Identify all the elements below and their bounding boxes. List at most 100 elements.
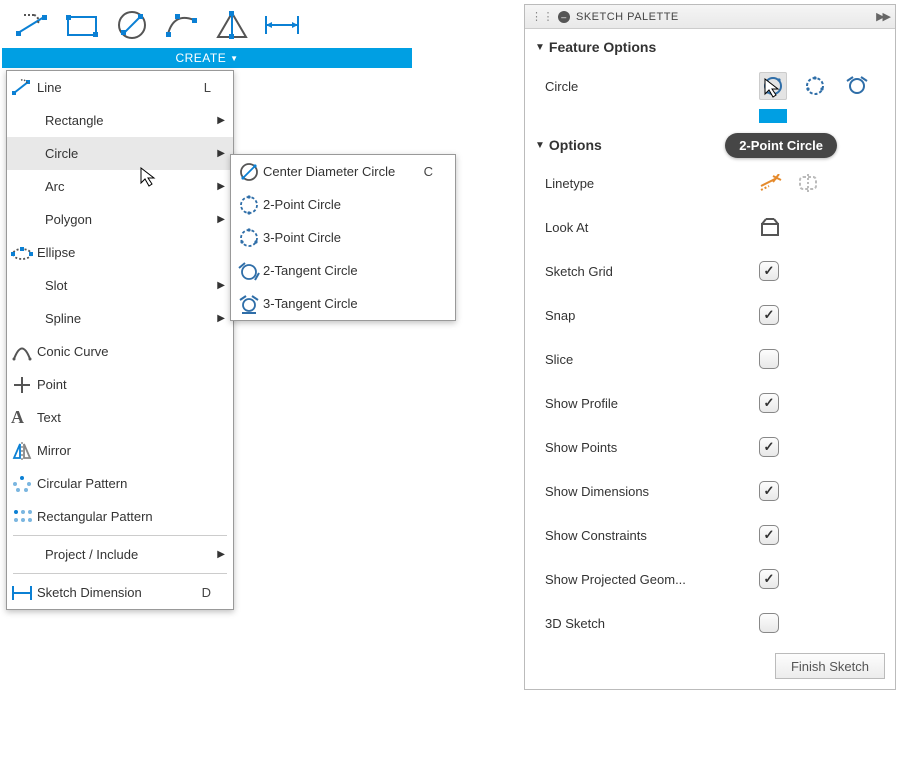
point-icon xyxy=(11,375,33,395)
sketch-palette: ⋮⋮ – SKETCH PALETTE ▶▶ ▼ Feature Options… xyxy=(524,4,896,690)
grip-icon: ⋮⋮ xyxy=(531,10,554,23)
tool-line[interactable] xyxy=(10,5,54,45)
submenu-arrow-icon: ▶ xyxy=(217,115,225,126)
checkbox[interactable] xyxy=(759,261,779,281)
arc-tool-icon xyxy=(164,10,200,40)
submenu-item-3-tangent-circle[interactable]: 3-Tangent Circle xyxy=(231,287,455,320)
menu-item-arc[interactable]: Arc▶ xyxy=(7,170,233,203)
checkbox[interactable] xyxy=(759,437,779,457)
menu-item-circle[interactable]: Circle▶ xyxy=(7,137,233,170)
circle-2pt-option[interactable] xyxy=(759,72,787,100)
menu-item-ellipse[interactable]: Ellipse xyxy=(7,236,233,269)
forward-icon[interactable]: ▶▶ xyxy=(876,10,889,23)
checkbox[interactable] xyxy=(759,305,779,325)
c-2tan-icon xyxy=(238,261,260,281)
submenu-item-label: 3-Point Circle xyxy=(263,230,445,245)
option-label: Show Dimensions xyxy=(545,484,759,499)
lookat-icon[interactable] xyxy=(759,217,781,237)
menu-item-label: Slot xyxy=(45,278,223,293)
collapse-icon[interactable]: – xyxy=(558,11,570,23)
option-row-3d-sketch: 3D Sketch xyxy=(525,601,895,645)
option-row-show-points: Show Points xyxy=(525,425,895,469)
c-3tan-icon xyxy=(238,294,260,314)
menu-item-label: Arc xyxy=(45,179,223,194)
option-label: Show Points xyxy=(545,440,759,455)
menu-item-line[interactable]: LineL xyxy=(7,71,233,104)
menu-item-project-include[interactable]: Project / Include▶ xyxy=(7,538,233,571)
ellipse-icon xyxy=(11,243,33,263)
option-label: Sketch Grid xyxy=(545,264,759,279)
menu-item-sketch-dimension[interactable]: Sketch DimensionD xyxy=(7,576,233,609)
submenu-arrow-icon: ▶ xyxy=(217,280,225,291)
palette-header[interactable]: ⋮⋮ – SKETCH PALETTE ▶▶ xyxy=(525,5,895,29)
section-options-label: Options xyxy=(549,137,602,153)
option-row-linetype: Linetype xyxy=(525,161,895,205)
circle-type-icons xyxy=(759,72,879,100)
menu-shortcut: L xyxy=(204,80,211,95)
feature-circle-label: Circle xyxy=(545,79,759,94)
menu-item-point[interactable]: Point xyxy=(7,368,233,401)
finish-sketch-button[interactable]: Finish Sketch xyxy=(775,653,885,679)
menu-item-text[interactable]: AText xyxy=(7,401,233,434)
checkbox[interactable] xyxy=(759,393,779,413)
menu-item-mirror[interactable]: Mirror xyxy=(7,434,233,467)
create-dropdown-bar[interactable]: CREATE ▼ xyxy=(2,48,412,68)
menu-item-label: Ellipse xyxy=(37,245,223,260)
checkbox[interactable] xyxy=(759,569,779,589)
menu-item-polygon[interactable]: Polygon▶ xyxy=(7,203,233,236)
linetype-centerline-icon[interactable] xyxy=(797,174,819,192)
tool-rectangle[interactable] xyxy=(60,5,104,45)
option-label: Snap xyxy=(545,308,759,323)
create-menu: LineLRectangle▶Circle▶Arc▶Polygon▶Ellips… xyxy=(6,70,234,610)
triangle-down-icon: ▼ xyxy=(535,42,545,53)
section-options[interactable]: ▼ Options xyxy=(525,127,895,161)
menu-item-slot[interactable]: Slot▶ xyxy=(7,269,233,302)
circle-submenu: Center Diameter CircleC2-Point Circle 3-P… xyxy=(230,154,456,321)
menu-item-label: Line xyxy=(37,80,204,95)
menu-item-conic-curve[interactable]: Conic Curve xyxy=(7,335,233,368)
conic-icon xyxy=(11,342,33,362)
menu-item-label: Spline xyxy=(45,311,223,326)
submenu-item-3-point-circle[interactable]: 3-Point Circle xyxy=(231,221,455,254)
menu-item-circular-pattern[interactable]: Circular Pattern xyxy=(7,467,233,500)
menu-item-label: Sketch Dimension xyxy=(37,585,202,600)
option-label: Show Constraints xyxy=(545,528,759,543)
tool-dimension[interactable] xyxy=(260,5,304,45)
circle-selection-indicator xyxy=(525,109,895,127)
checkbox[interactable] xyxy=(759,525,779,545)
line-icon xyxy=(11,78,33,98)
line-tool-icon xyxy=(14,11,50,39)
option-label: Slice xyxy=(545,352,759,367)
option-row-show-profile: Show Profile xyxy=(525,381,895,425)
polygon-tool-icon xyxy=(214,9,250,41)
submenu-item-label: 2-Tangent Circle xyxy=(263,263,445,278)
submenu-item-2-tangent-circle[interactable]: 2-Tangent Circle xyxy=(231,254,455,287)
menu-item-label: Point xyxy=(37,377,223,392)
submenu-item-center-diameter-circle[interactable]: Center Diameter CircleC xyxy=(231,155,455,188)
checkbox[interactable] xyxy=(759,613,779,633)
section-feature-options[interactable]: ▼ Feature Options xyxy=(525,29,895,63)
checkbox[interactable] xyxy=(759,349,779,369)
rectangle-tool-icon xyxy=(64,11,100,39)
checkbox[interactable] xyxy=(759,481,779,501)
submenu-item-2-point-circle[interactable]: 2-Point Circle xyxy=(231,188,455,221)
menu-item-rectangular-pattern[interactable]: Rectangular Pattern xyxy=(7,500,233,533)
tool-polygon[interactable] xyxy=(210,5,254,45)
circle-3pt-option[interactable] xyxy=(801,72,829,100)
menu-item-spline[interactable]: Spline▶ xyxy=(7,302,233,335)
dimension-tool-icon xyxy=(262,12,302,38)
c-3pt-icon xyxy=(238,228,260,248)
circle-3pt-icon xyxy=(804,75,826,97)
menu-item-rectangle[interactable]: Rectangle▶ xyxy=(7,104,233,137)
menu-item-label: Rectangle xyxy=(45,113,223,128)
tool-circle[interactable] xyxy=(110,5,154,45)
tool-arc[interactable] xyxy=(160,5,204,45)
circle-2pt-icon xyxy=(762,75,784,97)
option-row-snap: Snap xyxy=(525,293,895,337)
menu-item-label: Mirror xyxy=(37,443,223,458)
dimension-icon xyxy=(11,583,33,603)
option-row-show-projected-geom-: Show Projected Geom... xyxy=(525,557,895,601)
submenu-arrow-icon: ▶ xyxy=(217,214,225,225)
circle-tangent-option[interactable] xyxy=(843,72,871,100)
linetype-construction-icon[interactable] xyxy=(759,174,783,192)
